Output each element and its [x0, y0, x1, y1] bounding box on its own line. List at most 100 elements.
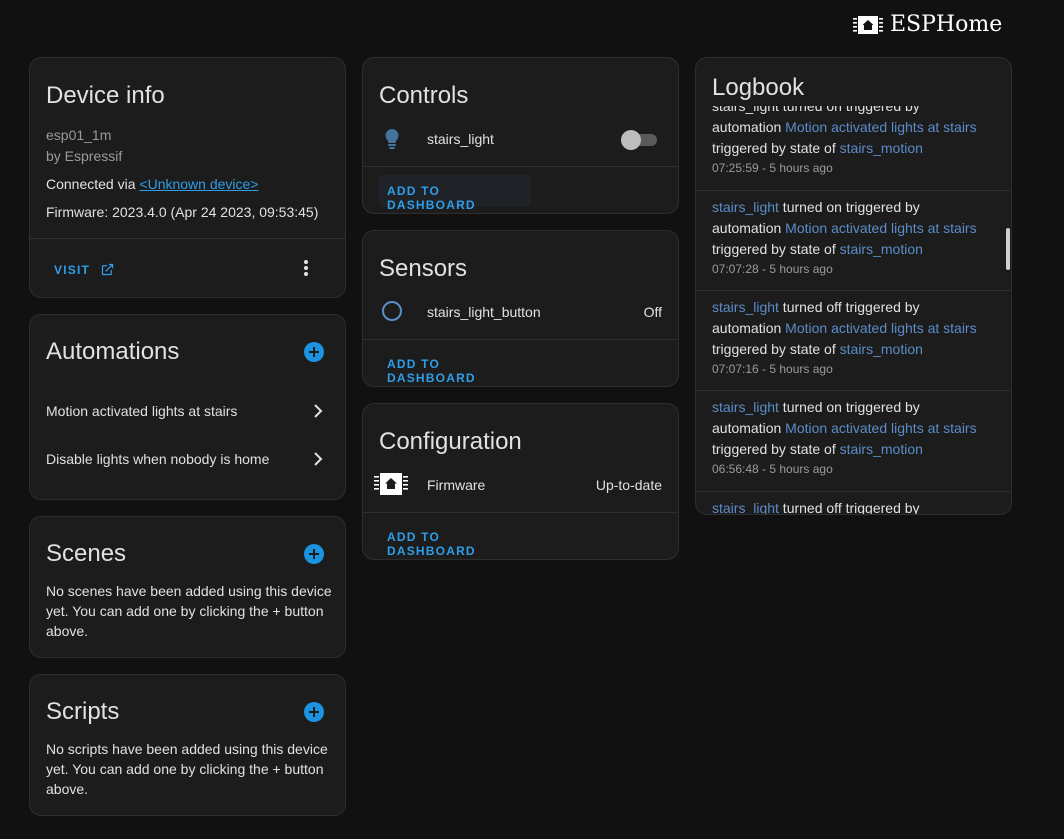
controls-add-to-dashboard-button[interactable]: ADD TO DASHBOARD: [379, 175, 531, 212]
plus-icon: [309, 707, 319, 717]
log-separator: [696, 390, 1011, 391]
divider: [30, 238, 345, 239]
more-vertical-icon[interactable]: [303, 259, 309, 277]
device-info-title: Device info: [46, 82, 165, 109]
logbook-title: Logbook: [712, 74, 805, 101]
log-time: 06:56:48 - 5 hours ago: [712, 462, 833, 476]
scenes-empty-text: No scenes have been added using this dev…: [46, 583, 332, 639]
logo-text: ESPHome: [890, 12, 1003, 37]
log-time: 07:07:16 - 5 hours ago: [712, 362, 833, 376]
visit-label: VISIT: [54, 262, 91, 277]
automation-item[interactable]: Motion activated lights at stairs: [30, 393, 345, 429]
logbook-list[interactable]: stairs_light turned on triggered by auto…: [696, 106, 1011, 514]
scripts-empty-text: No scripts have been added using this de…: [46, 741, 328, 797]
entity-link[interactable]: stairs_light: [712, 199, 779, 215]
log-text: automation: [712, 220, 786, 236]
connected-via-label: Connected via: [46, 176, 140, 192]
add-to-dashboard-label: ADD TO DASHBOARD: [387, 530, 476, 558]
esphome-logo[interactable]: ESPHome: [852, 12, 1002, 37]
log-time: 07:25:59 - 5 hours ago: [712, 161, 833, 175]
configuration-title: Configuration: [379, 428, 522, 455]
log-trigger-line: triggered by state of stairs_motion: [712, 239, 991, 260]
configuration-add-to-dashboard-button[interactable]: ADD TO DASHBOARD: [379, 521, 531, 558]
toggle-thumb: [621, 130, 641, 150]
log-entry: stairs_light turned on triggered by auto…: [712, 197, 991, 278]
entity-row-firmware[interactable]: Firmware Up-to-date: [363, 468, 678, 508]
log-time: 07:07:28 - 5 hours ago: [712, 262, 833, 276]
chevron-right-icon: [314, 452, 323, 466]
plus-icon: [309, 347, 319, 357]
connected-via: Connected via <Unknown device>: [46, 176, 258, 192]
controls-card: Controls stairs_light ADD TO DASHBOARD: [362, 57, 679, 214]
entity-link[interactable]: stairs_light: [712, 500, 779, 514]
add-scene-button[interactable]: [304, 544, 324, 564]
log-event-line: stairs_light turned on triggered by: [712, 197, 991, 218]
entity-state: Up-to-date: [595, 477, 662, 493]
log-entry: stairs_light turned on triggered by auto…: [712, 397, 991, 478]
sensors-add-to-dashboard-button[interactable]: ADD TO DASHBOARD: [379, 348, 531, 385]
log-automation-line: automation Motion activated lights at st…: [712, 418, 991, 439]
log-text: triggered by state of: [712, 441, 840, 457]
automation-item-label: Disable lights when nobody is home: [46, 451, 270, 467]
log-separator: [696, 290, 1011, 291]
add-script-button[interactable]: [304, 702, 324, 722]
log-event-line: stairs_light turned off triggered by: [712, 297, 991, 318]
chevron-right-icon: [314, 404, 323, 418]
log-entry: automation Motion activated lights at st…: [712, 117, 991, 177]
entity-link[interactable]: stairs_motion: [840, 441, 923, 457]
visit-button[interactable]: VISIT: [46, 258, 123, 281]
scripts-card: Scripts No scripts have been added using…: [29, 674, 346, 816]
entity-link[interactable]: stairs_motion: [840, 140, 923, 156]
log-text: triggered by state of: [712, 341, 840, 357]
esphome-chip-icon: [374, 473, 408, 495]
configuration-card: Configuration Firmware Up-to-date ADD TO…: [362, 403, 679, 560]
unknown-device-link[interactable]: <Unknown device>: [139, 176, 258, 192]
entity-link[interactable]: stairs_light: [712, 299, 779, 315]
stairs-light-toggle[interactable]: [621, 130, 657, 150]
circle-outline-icon: [382, 301, 402, 321]
automation-item[interactable]: Disable lights when nobody is home: [30, 441, 345, 477]
automation-link[interactable]: Motion activated lights at stairs: [785, 119, 976, 135]
scenes-card: Scenes No scenes have been added using t…: [29, 516, 346, 658]
logbook-scrollbar[interactable]: [1006, 228, 1010, 270]
entity-link[interactable]: stairs_light: [712, 399, 779, 415]
entity-link[interactable]: stairs_motion: [840, 241, 923, 257]
automation-link[interactable]: Motion activated lights at stairs: [785, 420, 976, 436]
log-automation-line: automation Motion activated lights at st…: [712, 218, 991, 239]
add-automation-button[interactable]: [304, 342, 324, 362]
firmware-info: Firmware: 2023.4.0 (Apr 24 2023, 09:53:4…: [46, 204, 319, 220]
log-partial-line: stairs_light turned on triggered by: [712, 106, 920, 114]
log-separator: [696, 491, 1011, 492]
log-text: automation: [712, 420, 786, 436]
log-text: turned off triggered by: [778, 299, 920, 315]
device-model: esp01_1m: [46, 127, 112, 143]
entity-link[interactable]: stairs_motion: [840, 341, 923, 357]
log-event-line: stairs_light turned off triggered by: [712, 498, 991, 514]
log-text: turned on triggered by: [778, 199, 920, 215]
log-text: automation: [712, 320, 786, 336]
lightbulb-icon: [385, 128, 399, 149]
log-text: turned off triggered by: [778, 500, 920, 514]
log-event-line: stairs_light turned on triggered by: [712, 397, 991, 418]
device-manufacturer: by Espressif: [46, 148, 123, 164]
divider: [363, 166, 678, 167]
divider: [363, 339, 678, 340]
log-trigger-line: triggered by state of stairs_motion: [712, 439, 991, 460]
plus-icon: [309, 549, 319, 559]
entity-name: stairs_light: [427, 131, 494, 147]
automation-item-label: Motion activated lights at stairs: [46, 403, 238, 419]
entity-name: stairs_light_button: [427, 304, 541, 320]
entity-row-stairs-light[interactable]: stairs_light: [363, 122, 678, 162]
automation-link[interactable]: Motion activated lights at stairs: [785, 220, 976, 236]
divider: [363, 512, 678, 513]
log-automation-line: automation Motion activated lights at st…: [712, 117, 991, 138]
log-trigger-line: triggered by state of stairs_motion: [712, 339, 991, 360]
log-entry: stairs_light turned off triggered by: [712, 498, 991, 514]
log-trigger-line: triggered by state of stairs_motion: [712, 138, 991, 159]
log-text: turned on triggered by: [778, 399, 920, 415]
entity-row-stairs-light-button[interactable]: stairs_light_button Off: [363, 295, 678, 335]
scripts-title: Scripts: [46, 698, 120, 725]
automations-card: Automations Motion activated lights at s…: [29, 314, 346, 500]
automation-link[interactable]: Motion activated lights at stairs: [785, 320, 976, 336]
open-in-new-icon: [101, 263, 114, 276]
